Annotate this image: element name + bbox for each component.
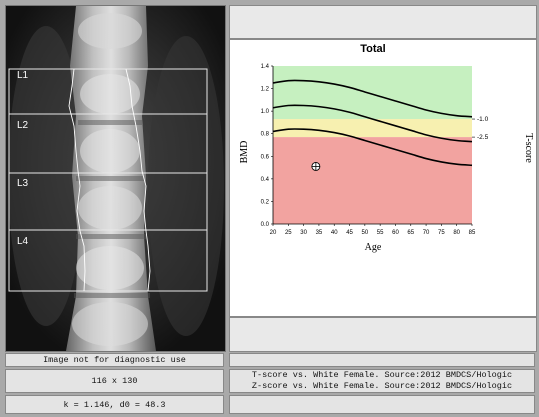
blank-params-row bbox=[229, 395, 535, 414]
zone-normal bbox=[273, 66, 472, 120]
vertebra-label-l4: L4 bbox=[17, 236, 29, 247]
y-tick-label-0.2: 0.2 bbox=[261, 199, 270, 205]
x-tick-label-40: 40 bbox=[331, 230, 338, 236]
x-tick-label-35: 35 bbox=[316, 230, 323, 236]
x-tick-label-65: 65 bbox=[407, 230, 414, 236]
t-score-tick-label--1.0: -1.0 bbox=[477, 116, 489, 123]
x-tick-label-50: 50 bbox=[362, 230, 369, 236]
params-text: k = 1.146, d0 = 48.3 bbox=[63, 399, 166, 410]
params-row: k = 1.146, d0 = 48.3 bbox=[5, 395, 224, 414]
zone-osteopenia bbox=[273, 119, 472, 138]
x-tick-label-60: 60 bbox=[392, 230, 399, 236]
x-axis-label: Age bbox=[365, 242, 382, 253]
y-tick-label-1.2: 1.2 bbox=[261, 87, 270, 93]
y-tick-label-0.6: 0.6 bbox=[261, 154, 270, 160]
zone-osteoporosis bbox=[273, 137, 472, 224]
x-tick-label-75: 75 bbox=[438, 230, 445, 236]
y-axis-label: BMD bbox=[239, 141, 250, 164]
vertebra-label-l2: L2 bbox=[17, 120, 29, 131]
t-score-tick-label--2.5: -2.5 bbox=[477, 134, 489, 141]
disclaimer-row: Image not for diagnostic use bbox=[5, 353, 224, 367]
vertebra-label-l1: L1 bbox=[17, 70, 29, 81]
dxa-scan-image: L1 L2 L3 L4 bbox=[5, 5, 226, 352]
x-tick-label-55: 55 bbox=[377, 230, 384, 236]
matrix-text: 116 x 130 bbox=[91, 376, 138, 386]
x-tick-label-20: 20 bbox=[270, 230, 277, 236]
chart-title: Total bbox=[360, 43, 385, 55]
chart-header-panel bbox=[229, 5, 537, 39]
reference-row: T-score vs. White Female. Source:2012 BM… bbox=[229, 369, 535, 393]
bmd-chart-panel: Total 20 25 30 35 40 45 50 55 60 65 70 75 80 85 0.0 0.2… bbox=[229, 39, 537, 317]
y-tick-label-0.8: 0.8 bbox=[261, 132, 270, 138]
t-score-reference: T-score vs. White Female. Source:2012 BM… bbox=[251, 370, 513, 380]
blank-info-row bbox=[229, 353, 535, 367]
x-tick-label-30: 30 bbox=[300, 230, 307, 236]
x-tick-label-80: 80 bbox=[453, 230, 460, 236]
y-tick-label-0.0: 0.0 bbox=[261, 222, 270, 228]
t-score-axis-label: T-score bbox=[523, 133, 534, 163]
x-tick-label-85: 85 bbox=[469, 230, 476, 236]
vertebra-label-l3: L3 bbox=[17, 178, 29, 189]
disclaimer-text: Image not for diagnostic use bbox=[43, 355, 186, 365]
x-tick-label-25: 25 bbox=[285, 230, 292, 236]
y-tick-label-0.4: 0.4 bbox=[261, 177, 270, 183]
bmd-reference-chart: Total 20 25 30 35 40 45 50 55 60 65 70 75 80 85 0.0 0.2… bbox=[239, 43, 534, 253]
x-tick-label-45: 45 bbox=[346, 230, 353, 236]
x-tick-label-70: 70 bbox=[423, 230, 430, 236]
z-score-reference: Z-score vs. White Female. Source:2012 BM… bbox=[251, 381, 513, 391]
chart-footer-panel bbox=[229, 317, 537, 352]
spine-scan-graphic bbox=[6, 6, 225, 351]
y-tick-label-1.0: 1.0 bbox=[261, 109, 270, 115]
report-window: L1 L2 L3 L4 Total 20 25 30 35 40 45 50 55 60 65 70… bbox=[0, 0, 539, 417]
y-tick-label-1.4: 1.4 bbox=[261, 64, 270, 70]
matrix-row: 116 x 130 bbox=[5, 369, 224, 393]
